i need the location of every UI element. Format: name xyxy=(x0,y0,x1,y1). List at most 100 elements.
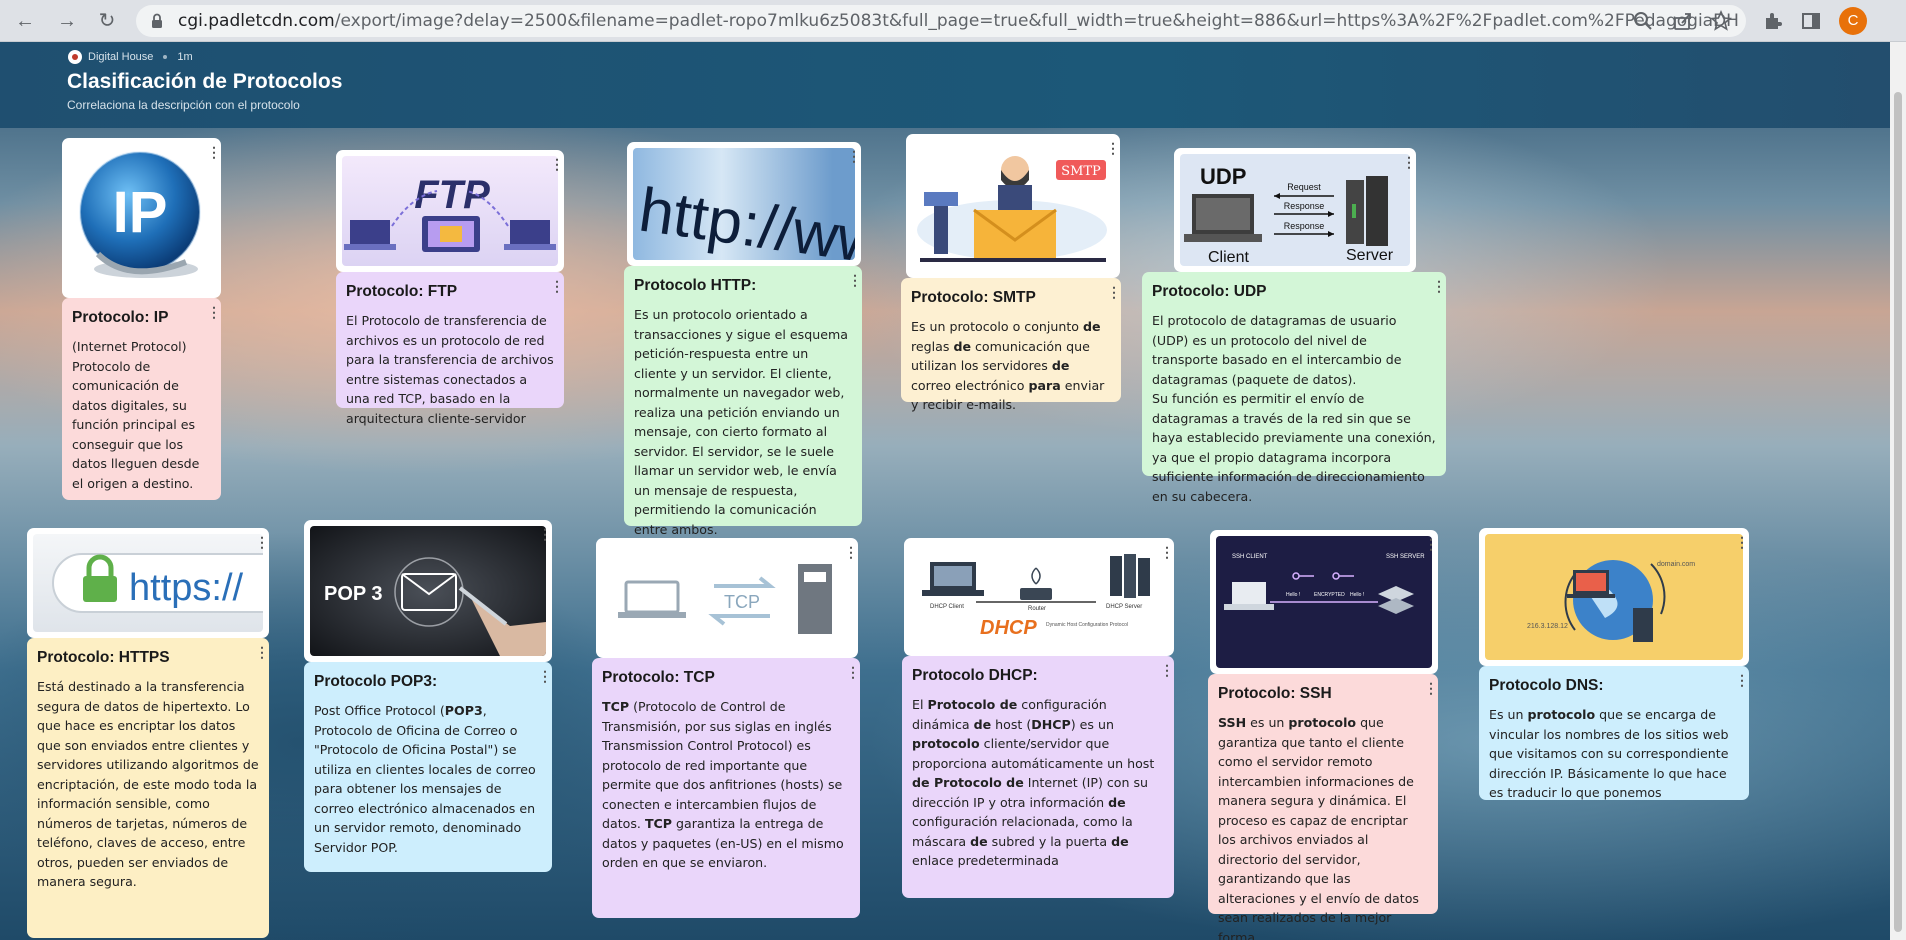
smtp-card-menu-icon[interactable]: ⋮ xyxy=(1107,284,1121,300)
ftp-card-title: Protocolo: FTP xyxy=(346,283,458,300)
https-image-menu-icon[interactable]: ⋮ xyxy=(255,534,269,550)
address-bar[interactable]: cgi.padletcdn.com/export/image?delay=250… xyxy=(136,5,1746,37)
tcp-card-body: TCP (Protocolo de Control de Transmisión… xyxy=(602,699,844,870)
smtp-badge-text: SMTP xyxy=(1061,164,1101,179)
pop3-illustration: POP 3 xyxy=(310,526,546,656)
ip-card-title: Protocolo: IP xyxy=(72,309,169,326)
udp-client-label: Client xyxy=(1208,249,1249,266)
http-image-card[interactable]: http://ww ⋮ xyxy=(627,142,861,266)
back-icon[interactable]: ← xyxy=(12,8,38,34)
page-scrollbar[interactable] xyxy=(1890,42,1906,940)
https-card-title: Protocolo: HTTPS xyxy=(37,649,170,666)
http-address-image: http://ww xyxy=(633,148,855,260)
ftp-card-body: El Protocolo de transferencia de archivo… xyxy=(346,313,554,426)
dns-image-card[interactable]: domain.com 216.3.128.12 ⋮ xyxy=(1479,528,1749,666)
ip-image-card[interactable]: IP ⋮ xyxy=(62,138,221,298)
ip-card[interactable]: Protocolo: IP (Internet Protocol) Protoc… xyxy=(62,298,221,500)
smtp-image-menu-icon[interactable]: ⋮ xyxy=(1106,140,1120,156)
ftp-illustration: FTP xyxy=(342,156,558,266)
share-icon[interactable] xyxy=(1672,10,1694,32)
dns-illustration: domain.com 216.3.128.12 xyxy=(1485,534,1743,660)
smtp-card[interactable]: Protocolo: SMTP Es un protocolo o conjun… xyxy=(901,278,1121,412)
ssh-diagram-image: SSH CLIENT SSH SERVER Hello ! ENCRYPTED … xyxy=(1216,536,1432,668)
udp-card[interactable]: Protocolo: UDP El protocolo de datagrama… xyxy=(1142,272,1446,504)
tcp-logo-text: TCP xyxy=(724,592,760,612)
dhcp-diagram-image: DHCP Client Router DHCP Server DHCP Dyna… xyxy=(910,544,1168,650)
smtp-illustration: SMTP xyxy=(912,140,1114,272)
ip-logo-text: IP xyxy=(113,180,168,245)
bookmark-star-icon[interactable] xyxy=(1710,10,1732,32)
http-card-menu-icon[interactable]: ⋮ xyxy=(848,272,862,288)
http-card[interactable]: Protocolo HTTP: Es un protocolo orientad… xyxy=(624,266,862,537)
pop3-card[interactable]: Protocolo POP3: Post Office Protocol (PO… xyxy=(304,662,552,872)
scrollbar-thumb[interactable] xyxy=(1894,92,1902,932)
lock-icon[interactable] xyxy=(148,12,166,30)
smtp-image-card[interactable]: SMTP ⋮ xyxy=(906,134,1120,278)
smtp-card-body: Es un protocolo o conjunto de reglas de … xyxy=(911,319,1105,412)
udp-response-label-1: Response xyxy=(1284,201,1325,211)
udp-diagram-image: UDP Request Response Response Client Ser… xyxy=(1180,154,1410,266)
ssh-hello-2: Hello ! xyxy=(1350,592,1364,598)
ip-image-menu-icon[interactable]: ⋮ xyxy=(207,144,221,160)
udp-image-menu-icon[interactable]: ⋮ xyxy=(1402,154,1416,170)
dns-card[interactable]: Protocolo DNS: Es un protocolo que se en… xyxy=(1479,666,1749,800)
udp-card-title: Protocolo: UDP xyxy=(1152,283,1267,300)
ssh-card[interactable]: Protocolo: SSH SSH es un protocolo que g… xyxy=(1208,674,1438,940)
dns-card-title: Protocolo DNS: xyxy=(1489,677,1604,694)
dhcp-image-card[interactable]: DHCP Client Router DHCP Server DHCP Dyna… xyxy=(904,538,1174,656)
pop3-card-menu-icon[interactable]: ⋮ xyxy=(538,668,552,684)
https-image-card[interactable]: https:// ⋮ xyxy=(27,528,269,638)
ssh-image-menu-icon[interactable]: ⋮ xyxy=(1424,536,1438,552)
ip-card-menu-icon[interactable]: ⋮ xyxy=(207,304,221,320)
dns-card-menu-icon[interactable]: ⋮ xyxy=(1735,672,1749,688)
udp-card-menu-icon[interactable]: ⋮ xyxy=(1432,278,1446,294)
url-text[interactable]: cgi.padletcdn.com/export/image?delay=250… xyxy=(178,5,1738,37)
dhcp-router-label: Router xyxy=(1028,606,1046,612)
profile-avatar[interactable]: C xyxy=(1839,7,1867,35)
udp-card-body: El protocolo de datagramas de usuario (U… xyxy=(1152,313,1402,387)
ssh-server-label: SSH SERVER xyxy=(1386,554,1425,560)
dhcp-card[interactable]: Protocolo DHCP: El Protocolo de configur… xyxy=(902,656,1174,898)
ssh-hello-1: Hello ! xyxy=(1286,592,1300,598)
extensions-icon[interactable] xyxy=(1762,10,1784,32)
tcp-card-menu-icon[interactable]: ⋮ xyxy=(846,664,860,680)
udp-logo-text: UDP xyxy=(1200,164,1246,189)
dhcp-card-menu-icon[interactable]: ⋮ xyxy=(1160,662,1174,678)
https-card-body: Está destinado a la transferencia segura… xyxy=(37,679,259,889)
pop3-image-menu-icon[interactable]: ⋮ xyxy=(538,526,552,542)
ftp-card-menu-icon[interactable]: ⋮ xyxy=(550,278,564,294)
dhcp-client-label: DHCP Client xyxy=(930,604,964,610)
separator-dot xyxy=(163,55,168,59)
tcp-card[interactable]: Protocolo: TCP TCP (Protocolo de Control… xyxy=(592,658,860,918)
tcp-image-menu-icon[interactable]: ⋮ xyxy=(844,544,858,560)
https-card[interactable]: Protocolo: HTTPS Está destinado a la tra… xyxy=(27,638,269,938)
browser-toolbar: ← → ↻ cgi.padletcdn.com/export/image?del… xyxy=(0,0,1906,42)
ssh-client-label: SSH CLIENT xyxy=(1232,554,1268,560)
dhcp-image-menu-icon[interactable]: ⋮ xyxy=(1160,544,1174,560)
dhcp-caption: Dynamic Host Configuration Protocol xyxy=(1046,622,1128,628)
http-image-menu-icon[interactable]: ⋮ xyxy=(847,148,861,164)
dhcp-card-title: Protocolo DHCP: xyxy=(912,667,1038,684)
https-card-menu-icon[interactable]: ⋮ xyxy=(255,644,269,660)
pop3-card-title: Protocolo POP3: xyxy=(314,673,438,690)
dns-image-menu-icon[interactable]: ⋮ xyxy=(1735,534,1749,550)
ssh-image-card[interactable]: SSH CLIENT SSH SERVER Hello ! ENCRYPTED … xyxy=(1210,530,1438,674)
pop3-logo-text: POP 3 xyxy=(324,583,383,605)
ftp-card[interactable]: Protocolo: FTP El Protocolo de transfere… xyxy=(336,272,564,426)
pop3-image-card[interactable]: POP 3 ⋮ xyxy=(304,520,552,662)
https-logo-text: https:// xyxy=(129,567,243,609)
ftp-image-card[interactable]: FTP ⋮ xyxy=(336,150,564,272)
ssh-card-menu-icon[interactable]: ⋮ xyxy=(1424,680,1438,696)
side-panel-icon[interactable] xyxy=(1800,10,1822,32)
udp-image-card[interactable]: UDP Request Response Response Client Ser… xyxy=(1174,148,1416,272)
tcp-image-card[interactable]: TCP ⋮ xyxy=(596,538,858,658)
pop3-card-body: Post Office Protocol (POP3, Protocolo de… xyxy=(314,703,536,855)
forward-icon[interactable]: → xyxy=(54,8,80,34)
dhcp-logo-text: DHCP xyxy=(980,617,1037,639)
tcp-diagram-image: TCP xyxy=(602,544,852,652)
dns-ip-label: 216.3.128.12 xyxy=(1527,623,1568,630)
board-title: Clasificación de Protocolos xyxy=(67,70,343,93)
zoom-icon[interactable] xyxy=(1632,10,1654,32)
ftp-image-menu-icon[interactable]: ⋮ xyxy=(550,156,564,172)
reload-icon[interactable]: ↻ xyxy=(94,8,120,34)
